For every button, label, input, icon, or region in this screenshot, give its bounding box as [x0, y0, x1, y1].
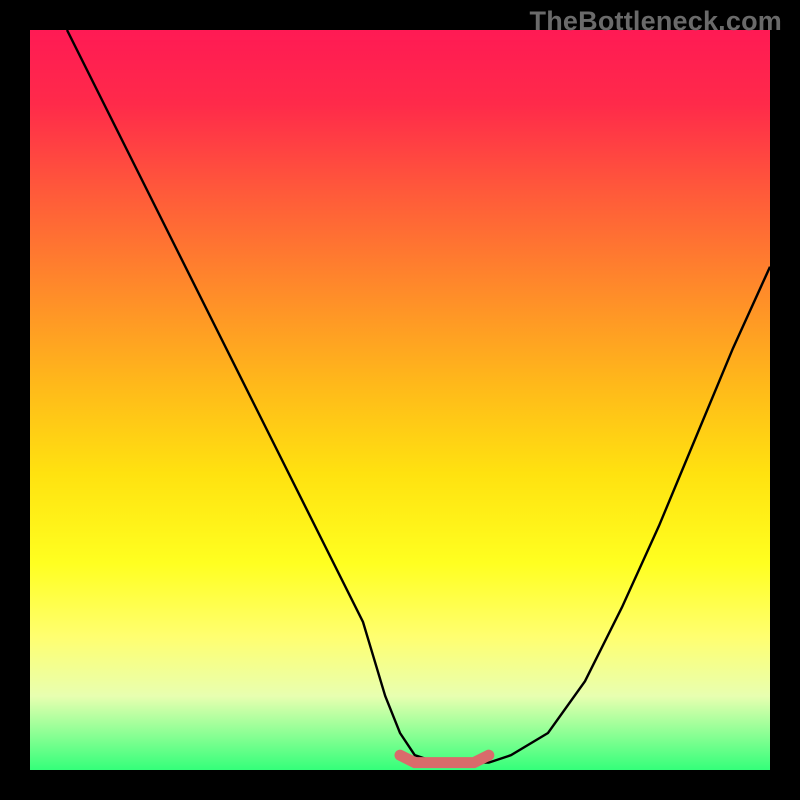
watermark-text: TheBottleneck.com	[530, 6, 782, 37]
plot-area	[30, 30, 770, 770]
bottleneck-curve	[67, 30, 770, 763]
highlight-segment	[400, 755, 489, 762]
curve-layer	[30, 30, 770, 770]
chart-frame: TheBottleneck.com	[0, 0, 800, 800]
